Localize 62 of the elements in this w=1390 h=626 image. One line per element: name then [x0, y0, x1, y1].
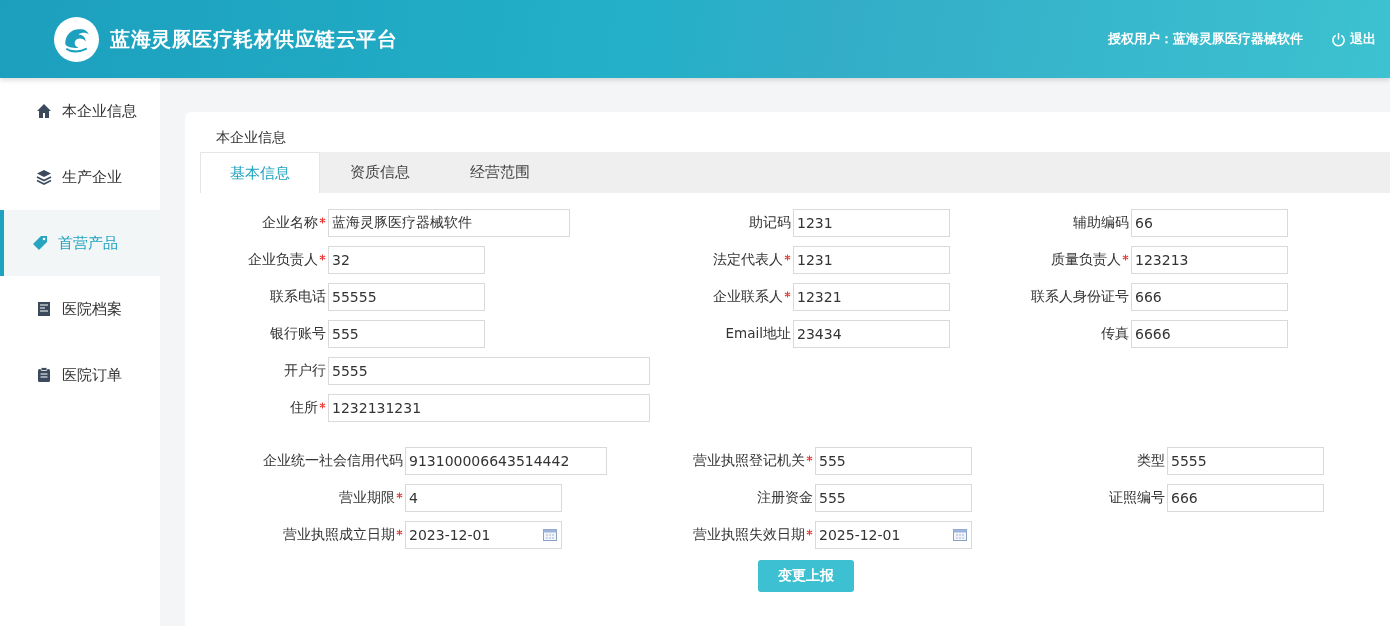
tab[interactable]: 资质信息 — [320, 152, 440, 193]
text-field[interactable]: 32 — [328, 246, 485, 274]
field-label: 联系人身份证号 — [1031, 288, 1129, 306]
text-field[interactable]: 1231 — [793, 209, 950, 237]
text-field[interactable]: 66 — [1131, 209, 1288, 237]
text-field[interactable]: 5555 — [1167, 447, 1324, 475]
tag-icon — [32, 235, 48, 251]
text-field[interactable]: 1232131231 — [328, 394, 650, 422]
text-field[interactable]: 555 — [815, 447, 972, 475]
clipboard-icon — [36, 367, 52, 383]
text-field[interactable]: 123213 — [1131, 246, 1288, 274]
field-label: 银行账号 — [270, 325, 326, 343]
calendar-icon[interactable] — [953, 528, 967, 541]
text-field[interactable]: 1231 — [793, 246, 950, 274]
text-field[interactable]: 5555 — [328, 357, 650, 385]
card-title: 本企业信息 — [216, 129, 286, 145]
field-label: 注册资金 — [757, 489, 813, 507]
field-label: 企业名称 — [262, 214, 318, 232]
field-label: 证照编号 — [1109, 489, 1165, 507]
text-field[interactable]: 913100006643514442 — [405, 447, 607, 475]
home-icon — [36, 103, 52, 119]
field-label: 企业负责人 — [248, 251, 318, 269]
text-field[interactable]: 6666 — [1131, 320, 1288, 348]
text-field[interactable]: 666 — [1131, 283, 1288, 311]
sidebar-item[interactable]: 生产企业 — [0, 144, 160, 210]
authorized-user-text: 授权用户：蓝海灵豚医疗器械软件 — [1108, 30, 1303, 48]
field-label: 住所 — [290, 399, 318, 417]
field-label: 联系电话 — [270, 288, 326, 306]
field-label: 营业执照成立日期 — [283, 526, 395, 544]
text-field[interactable]: 55555 — [328, 283, 485, 311]
field-label: 企业联系人 — [713, 288, 783, 306]
field-label: 营业期限 — [339, 489, 395, 507]
text-field[interactable]: 666 — [1167, 484, 1324, 512]
document-icon — [36, 301, 52, 317]
field-label: Email地址 — [725, 325, 791, 343]
dolphin-logo-icon — [54, 16, 99, 62]
field-label: 开户行 — [284, 362, 326, 380]
field-label: 类型 — [1137, 452, 1165, 470]
field-label: 营业执照登记机关 — [693, 452, 805, 470]
field-label: 辅助编码 — [1073, 214, 1129, 232]
sidebar-item[interactable]: 本企业信息 — [0, 78, 160, 144]
power-icon — [1331, 31, 1346, 47]
sidebar-item[interactable]: 医院档案 — [0, 276, 160, 342]
text-field[interactable]: 555 — [328, 320, 485, 348]
date-field[interactable]: 2025-12-01 — [815, 521, 972, 549]
text-field[interactable]: 蓝海灵豚医疗器械软件 — [328, 209, 570, 237]
field-label: 质量负责人 — [1051, 251, 1121, 269]
sidebar-item[interactable]: 医院订单 — [0, 342, 160, 408]
field-label: 传真 — [1101, 325, 1129, 343]
text-field[interactable]: 23434 — [793, 320, 950, 348]
field-label: 企业统一社会信用代码 — [263, 452, 403, 470]
field-label: 营业执照失效日期 — [693, 526, 805, 544]
text-field[interactable]: 12321 — [793, 283, 950, 311]
app-title: 蓝海灵豚医疗耗材供应链云平台 — [110, 25, 397, 53]
date-field[interactable]: 2023-12-01 — [405, 521, 562, 549]
text-field[interactable]: 4 — [405, 484, 562, 512]
field-label: 助记码 — [749, 214, 791, 232]
text-field[interactable]: 555 — [815, 484, 972, 512]
layers-icon — [36, 169, 52, 185]
field-label: 法定代表人 — [713, 251, 783, 269]
tab[interactable]: 经营范围 — [440, 152, 560, 193]
calendar-icon[interactable] — [543, 528, 557, 541]
